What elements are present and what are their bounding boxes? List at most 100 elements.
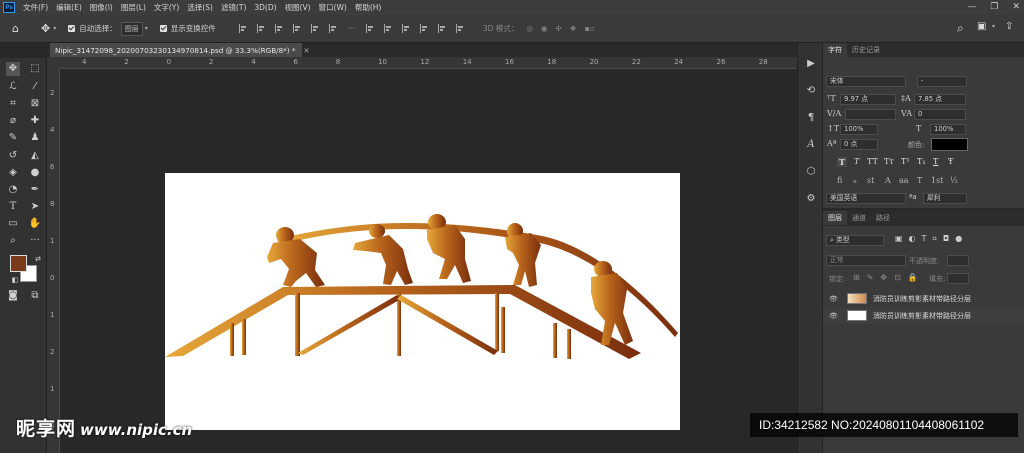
marquee-tool-icon[interactable]: ⬚ <box>28 62 42 76</box>
home-icon[interactable]: ⌂ <box>12 22 19 35</box>
3d-icon[interactable]: ⬡ <box>804 164 818 178</box>
history-brush-icon[interactable]: ↺ <box>6 149 20 163</box>
menu-view[interactable]: 视图(V) <box>285 2 311 13</box>
opacity-field[interactable] <box>947 255 969 266</box>
kerning-field[interactable] <box>845 109 896 120</box>
move-tool-icon[interactable]: ✥ <box>6 62 20 76</box>
paragraph-icon[interactable]: ¶ <box>804 110 818 124</box>
blur-tool-icon[interactable]: ● <box>28 166 42 180</box>
pen-tool-icon[interactable]: ✒ <box>28 183 42 197</box>
eyedropper-icon[interactable]: ⌀ <box>6 114 20 128</box>
contextual-alt-button[interactable]: ℴ <box>853 176 857 185</box>
distribute-top-icon[interactable] <box>419 24 428 33</box>
chevron-down-icon[interactable]: ▾ <box>145 25 148 32</box>
type-tool-icon[interactable]: T <box>6 200 20 214</box>
vertical-scale-field[interactable]: 100% <box>840 124 878 135</box>
tab-channels[interactable]: 通道 <box>847 211 871 225</box>
document-canvas[interactable] <box>165 173 680 430</box>
menu-3d[interactable]: 3D(D) <box>254 3 276 12</box>
character-icon[interactable]: A <box>804 137 818 151</box>
magic-wand-icon[interactable]: ⁄ <box>28 80 42 94</box>
screen-mode-icon[interactable]: ⧉ <box>28 289 42 303</box>
history-icon[interactable]: ⟲ <box>804 83 818 97</box>
stylistic-alt-button[interactable]: aa <box>899 176 909 185</box>
align-left-icon[interactable] <box>238 24 247 33</box>
horizontal-scale-field[interactable]: 100% <box>930 124 966 135</box>
baseline-shift-field[interactable]: 0 点 <box>840 139 878 150</box>
eraser-icon[interactable]: ◭ <box>28 149 42 163</box>
crop-tool-icon[interactable]: ⌗ <box>6 97 20 111</box>
close-tab-icon[interactable]: ✕ <box>303 46 309 55</box>
tracking-field[interactable]: 0 <box>914 109 966 120</box>
menu-file[interactable]: 文件(F) <box>23 2 48 13</box>
play-action-icon[interactable]: ▶ <box>804 56 818 70</box>
distribute-hcenter-icon[interactable] <box>383 24 392 33</box>
healing-brush-icon[interactable]: ✚ <box>28 114 42 128</box>
paint-bucket-icon[interactable]: ◈ <box>6 166 20 180</box>
text-color-swatch[interactable] <box>931 138 968 151</box>
frame-tool-icon[interactable]: ⊠ <box>28 97 42 111</box>
menu-window[interactable]: 窗口(W) <box>319 2 347 13</box>
restore-button[interactable]: ❐ <box>990 2 998 12</box>
stamp-tool-icon[interactable]: ♟ <box>28 131 42 145</box>
menu-layer[interactable]: 图层(L) <box>121 2 146 13</box>
more-tools-icon[interactable]: ··· <box>28 234 42 248</box>
tab-history[interactable]: 历史记录 <box>847 43 885 57</box>
default-colors-icon[interactable]: ◧ <box>8 273 22 287</box>
dodge-tool-icon[interactable]: ◔ <box>6 183 20 197</box>
fractions-button[interactable]: ½ <box>950 176 958 185</box>
swap-colors-icon[interactable]: ⇄ <box>31 252 45 266</box>
font-family-select[interactable]: 宋体 <box>826 76 906 87</box>
more-options-icon[interactable]: ··· <box>348 24 355 33</box>
distribute-bottom-icon[interactable] <box>455 24 464 33</box>
underline-button[interactable]: T <box>933 157 938 166</box>
foreground-color-swatch[interactable] <box>10 255 27 272</box>
faux-italic-button[interactable]: T <box>854 157 859 166</box>
language-select[interactable]: 美国英语 <box>826 193 906 204</box>
distribute-right-icon[interactable] <box>401 24 410 33</box>
close-button[interactable]: ✕ <box>1012 2 1020 12</box>
align-vcenter-icon[interactable] <box>310 24 319 33</box>
antialias-select[interactable]: 犀利 <box>923 193 967 204</box>
roll-3d-icon[interactable]: ◉ <box>541 24 548 33</box>
document-tab[interactable]: Nipic_31472098_20200703230134970814.psd … <box>50 43 309 57</box>
all-caps-button[interactable]: TT <box>867 157 878 166</box>
slide-3d-icon[interactable]: ❖ <box>570 24 577 33</box>
align-right-icon[interactable] <box>274 24 283 33</box>
horizontal-ruler[interactable]: 4 2 0 2 4 6 8 10 12 14 16 18 20 22 24 26 28 <box>60 57 797 69</box>
superscript-button[interactable]: T¹ <box>901 157 910 166</box>
scale-3d-icon[interactable]: ▪▫ <box>584 24 594 33</box>
chevron-down-icon[interactable]: ▾ <box>53 25 56 32</box>
drag-3d-icon[interactable]: ✣ <box>555 24 561 33</box>
distribute-left-icon[interactable] <box>365 24 374 33</box>
hand-tool-icon[interactable]: ✋ <box>28 217 42 231</box>
layer-row[interactable]: 👁 消防员训练剪影素材带路径分层 <box>823 307 1024 324</box>
menu-select[interactable]: 选择(S) <box>187 2 213 13</box>
minimize-button[interactable]: — <box>967 2 976 12</box>
layer-filter-select[interactable]: ⌕ 类型 <box>826 235 884 246</box>
auto-select-dropdown[interactable]: 图层 <box>120 21 143 36</box>
font-size-field[interactable]: 9.97 点 <box>840 94 896 105</box>
discretionary-ligature-button[interactable]: st <box>867 176 874 185</box>
orbit-3d-icon[interactable]: ◎ <box>526 24 533 33</box>
lasso-tool-icon[interactable]: ℒ <box>6 80 20 94</box>
brush-tool-icon[interactable]: ✎ <box>6 131 20 145</box>
menu-image[interactable]: 图像(I) <box>90 2 113 13</box>
leading-field[interactable]: 7.85 点 <box>914 94 966 105</box>
titling-button[interactable]: T <box>917 176 922 185</box>
auto-select-checkbox[interactable] <box>68 25 76 32</box>
quick-mask-icon[interactable]: ◙ <box>6 289 20 303</box>
ordinals-button[interactable]: 1st <box>931 176 943 185</box>
path-select-icon[interactable]: ➤ <box>28 200 42 214</box>
tab-layers[interactable]: 图层 <box>823 211 847 225</box>
menu-help[interactable]: 帮助(H) <box>355 2 382 13</box>
search-icon[interactable]: ⌕ <box>957 21 964 36</box>
chevron-down-icon[interactable]: ▾ <box>992 23 995 30</box>
visibility-eye-icon[interactable]: 👁 <box>829 312 841 320</box>
small-caps-button[interactable]: Tт <box>884 157 894 166</box>
fill-field[interactable] <box>947 273 969 284</box>
move-tool-icon[interactable]: ✥ <box>41 22 50 35</box>
visibility-eye-icon[interactable]: 👁 <box>829 295 841 303</box>
share-icon[interactable]: ⇪ <box>1005 21 1013 32</box>
zoom-tool-icon[interactable]: ⌕ <box>6 234 20 248</box>
